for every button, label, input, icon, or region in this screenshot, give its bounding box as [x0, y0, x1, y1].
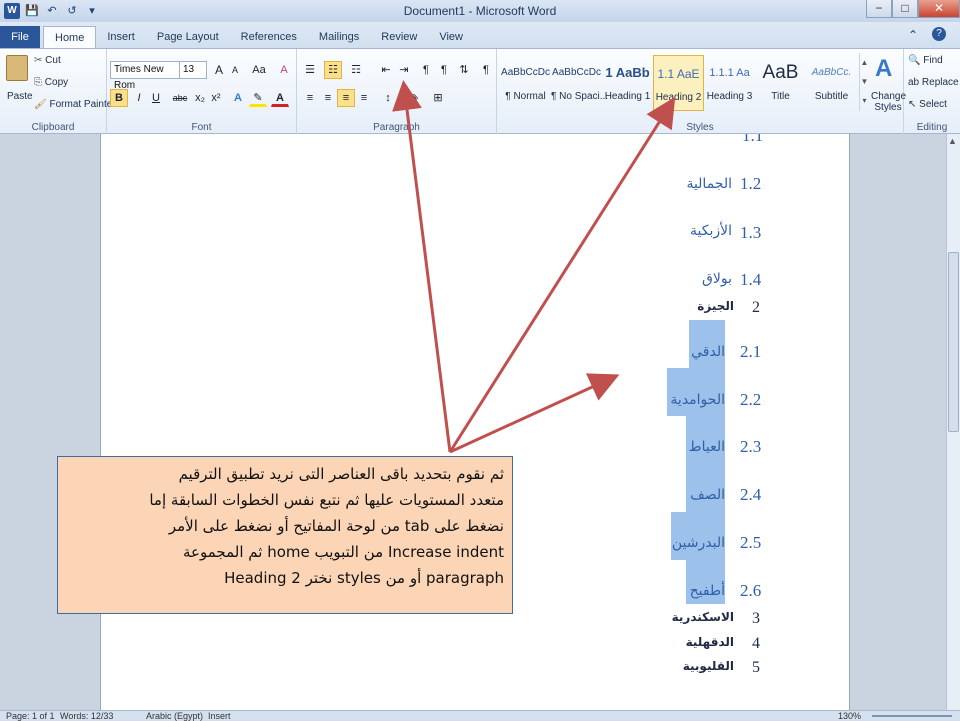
callout-line: متعدد المستويات عليها ثم نتبع نفس الخطوا…: [149, 491, 504, 509]
arrow-to-increase-indent: [392, 80, 452, 453]
callout-line: paragraph أو من styles نختر Heading 2: [224, 569, 504, 587]
status-bar: Page: 1 of 1 Words: 12/33 Arabic (Egypt)…: [0, 710, 960, 721]
zoom-slider[interactable]: [872, 715, 952, 717]
callout-line: نضغط على tab من لوحة المفاتيح أو نضغط عل…: [168, 517, 504, 535]
arrow-to-heading-2: [448, 96, 676, 453]
callout-line: Increase indent من التبويب home ثم المجم…: [183, 543, 504, 561]
instruction-callout: ثم نقوم بتحديد باقى العناصر التى نريد تط…: [57, 456, 513, 614]
callout-line: ثم نقوم بتحديد باقى العناصر التى نريد تط…: [178, 465, 504, 483]
